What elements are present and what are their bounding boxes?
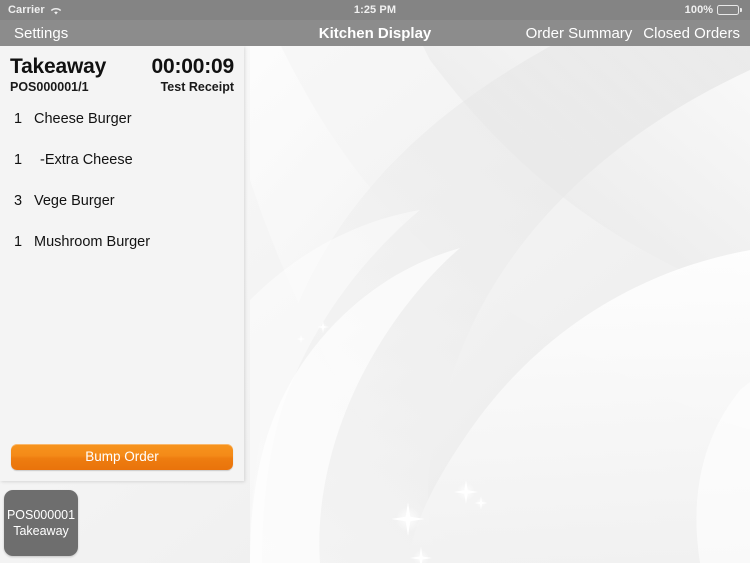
order-item-list: 1 Cheese Burger 1 -Extra Cheese 3 Vege Burger… [0, 111, 244, 275]
carrier-label: Carrier [8, 4, 45, 16]
ios-status-bar: Carrier 1:25 PM 100% [0, 0, 750, 20]
order-item-name: Cheese Burger [34, 110, 132, 127]
order-item-row[interactable]: 3 Vege Burger [6, 193, 238, 234]
order-item-quantity: 1 [14, 110, 23, 127]
order-item-row[interactable]: 1 Mushroom Burger [6, 234, 238, 275]
order-item-quantity: 3 [14, 192, 23, 209]
order-reference-label: POS000001/1 [10, 79, 89, 94]
order-card-header: Takeaway POS000001/1 00:00:09 Test Recei… [0, 46, 244, 95]
order-tab-strip: POS000001 Takeaway [4, 490, 78, 556]
order-item-name: Vege Burger [34, 192, 115, 209]
order-tab-type: Takeaway [13, 524, 69, 538]
order-item-name: Mushroom Burger [34, 233, 151, 250]
app-navigation-bar: Settings Kitchen Display Order Summary C… [0, 20, 750, 46]
status-bar-right: 100% [685, 4, 742, 16]
closed-orders-button[interactable]: Closed Orders [643, 25, 740, 42]
order-card-header-right: 00:00:09 Test Receipt [151, 55, 235, 95]
status-bar-clock: 1:25 PM [353, 4, 397, 16]
order-item-quantity: 1 [14, 233, 23, 250]
battery-full-icon [717, 5, 742, 15]
bump-order-button[interactable]: Bump Order [11, 444, 233, 470]
settings-button[interactable]: Settings [0, 25, 68, 42]
bump-order-container: Bump Order [0, 444, 244, 481]
battery-percent-label: 100% [684, 4, 714, 16]
order-card-header-left: Takeaway POS000001/1 [10, 55, 107, 95]
wifi-icon [50, 6, 62, 16]
order-tab-reference: POS000001 [6, 507, 76, 522]
status-bar-left: Carrier [8, 4, 62, 16]
order-tab[interactable]: POS000001 Takeaway [4, 490, 78, 556]
order-type-label: Takeaway [10, 55, 107, 78]
order-timer: 00:00:09 [151, 55, 235, 78]
order-summary-button[interactable]: Order Summary [526, 25, 633, 42]
order-ticket-card[interactable]: Takeaway POS000001/1 00:00:09 Test Recei… [0, 46, 244, 481]
order-item-row[interactable]: 1 -Extra Cheese [6, 152, 238, 193]
order-item-modifier-name: -Extra Cheese [40, 151, 133, 168]
order-item-row[interactable]: 1 Cheese Burger [6, 111, 238, 152]
receipt-label: Test Receipt [160, 79, 234, 94]
order-item-quantity: 1 [14, 151, 23, 168]
navigation-right-actions: Order Summary Closed Orders [526, 25, 750, 42]
